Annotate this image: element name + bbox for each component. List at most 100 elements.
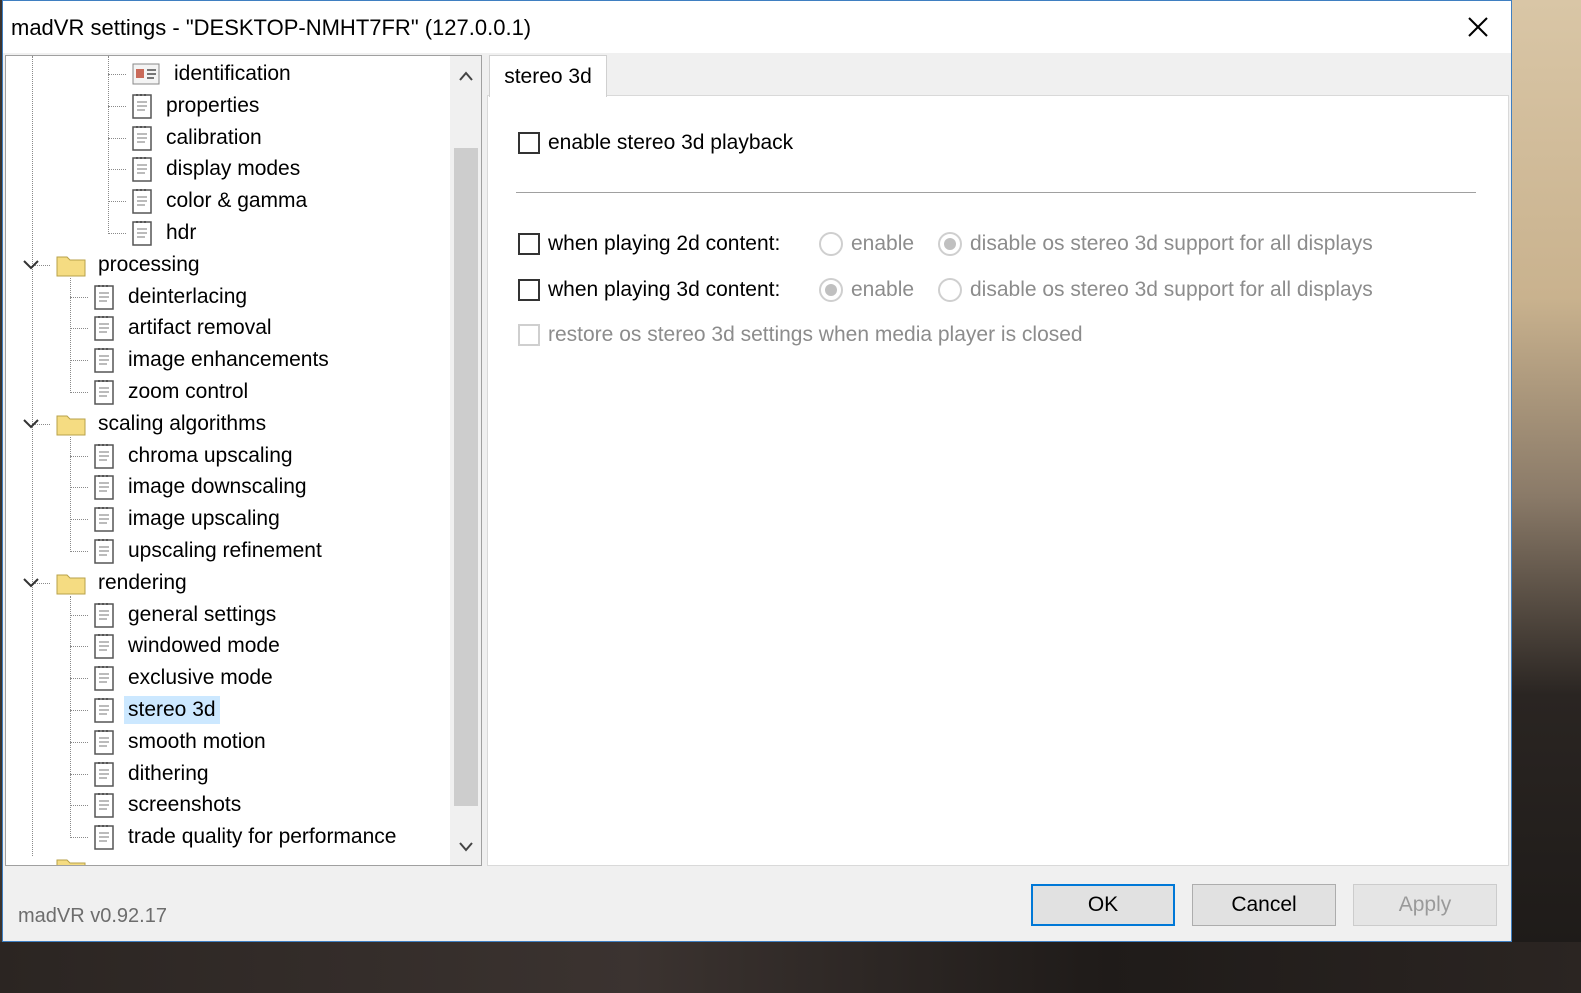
desktop-background-bottom xyxy=(0,942,1581,993)
tree-line xyxy=(70,551,88,552)
settings-tree[interactable]: identification properties calibration displ… xyxy=(5,55,482,866)
tab-stereo-3d[interactable]: stereo 3d xyxy=(489,55,607,97)
tree-item-scaling-algorithms[interactable]: scaling algorithms xyxy=(56,409,270,439)
tree-item-label: dithering xyxy=(128,761,209,785)
chevron-down-icon[interactable] xyxy=(22,418,40,430)
document-icon xyxy=(132,157,152,183)
tree-line xyxy=(108,137,126,139)
tree-item-image-upscaling[interactable]: image upscaling xyxy=(94,504,284,534)
tree-line xyxy=(70,296,88,298)
tree-line xyxy=(70,741,88,743)
radio-circle[interactable] xyxy=(938,278,962,302)
scroll-down-icon[interactable] xyxy=(458,841,474,853)
tree-line xyxy=(70,487,88,489)
desktop-background xyxy=(1512,0,1581,993)
tree-item-calibration[interactable]: calibration xyxy=(132,123,266,153)
checkbox-box[interactable] xyxy=(518,324,540,346)
chevron-down-icon[interactable] xyxy=(22,577,40,589)
tree-line xyxy=(108,74,126,75)
tree-item-properties[interactable]: properties xyxy=(132,91,263,121)
row-2d-checkbox[interactable]: when playing 2d content: xyxy=(518,232,780,256)
tree-item-label: upscaling refinement xyxy=(128,539,322,562)
close-icon xyxy=(1468,17,1488,37)
version-label: madVR v0.92.17 xyxy=(18,905,167,927)
checkbox-box[interactable] xyxy=(518,132,540,154)
checkbox-box[interactable] xyxy=(518,279,540,301)
document-icon xyxy=(94,380,114,405)
tree-line xyxy=(70,646,88,648)
row-2d-enable-radio[interactable]: enable xyxy=(819,232,914,256)
tree-line xyxy=(108,56,109,234)
ok-button[interactable]: OK xyxy=(1031,884,1175,926)
tree-item-exclusive-mode[interactable]: exclusive mode xyxy=(94,663,277,693)
tree-item-windowed-mode[interactable]: windowed mode xyxy=(94,631,284,661)
tree-item-color-gamma[interactable]: color & gamma xyxy=(132,186,311,216)
tree-item-label: properties xyxy=(166,93,260,117)
tree-item-label: hdr xyxy=(166,221,197,244)
tree-item-identification[interactable]: identification xyxy=(132,59,295,89)
document-icon xyxy=(132,221,152,246)
tree-item-smooth-motion[interactable]: smooth motion xyxy=(94,727,270,757)
document-icon xyxy=(94,539,114,564)
tree-scrollbar[interactable] xyxy=(450,56,481,865)
restore-settings-label: restore os stereo 3d settings when media… xyxy=(548,323,1083,346)
row-3d-checkbox[interactable]: when playing 3d content: xyxy=(518,278,780,302)
row-3d-disable-radio[interactable]: disable os stereo 3d support for all dis… xyxy=(938,278,1373,302)
document-icon xyxy=(94,284,114,310)
tree-line xyxy=(108,201,126,203)
document-icon xyxy=(94,348,114,373)
document-icon xyxy=(94,825,114,850)
tree-item-label: processing xyxy=(98,252,200,276)
close-button[interactable] xyxy=(1445,1,1511,53)
tree-item-deinterlacing[interactable]: deinterlacing xyxy=(94,282,251,312)
tree-item-display-modes[interactable]: display modes xyxy=(132,154,304,184)
chevron-down-icon[interactable] xyxy=(22,259,40,271)
checkbox-box[interactable] xyxy=(518,233,540,255)
tree-item-label: rendering xyxy=(98,570,187,594)
tree-item-artifact-removal[interactable]: artifact removal xyxy=(94,313,276,343)
tree-item-zoom-control[interactable]: zoom control xyxy=(94,377,252,407)
tree-item-label: stereo 3d xyxy=(124,696,220,724)
radio-circle[interactable] xyxy=(819,232,843,256)
scroll-up-icon[interactable] xyxy=(458,70,474,82)
apply-button[interactable]: Apply xyxy=(1353,884,1497,926)
scroll-thumb[interactable] xyxy=(454,148,478,806)
folder-icon xyxy=(56,256,86,277)
tree-item-label: image downscaling xyxy=(128,475,307,499)
cancel-button[interactable]: Cancel xyxy=(1192,884,1336,926)
tree-item-general-settings[interactable]: general settings xyxy=(94,600,280,630)
tree-line xyxy=(32,56,33,856)
row-3d-enable-radio[interactable]: enable xyxy=(819,278,914,302)
tree-item-image-enhancements[interactable]: image enhancements xyxy=(94,345,333,375)
tree-item-trade-quality-for-performance[interactable]: trade quality for performance xyxy=(94,822,400,852)
tree-item-upscaling-refinement[interactable]: upscaling refinement xyxy=(94,536,326,566)
tree-item-screenshots[interactable]: screenshots xyxy=(94,790,245,820)
tree-item-label: image enhancements xyxy=(128,348,329,372)
tree-item-dithering[interactable]: dithering xyxy=(94,759,213,789)
document-icon xyxy=(94,793,114,819)
enable-stereo-label: enable stereo 3d playback xyxy=(548,131,794,154)
restore-settings-checkbox[interactable]: restore os stereo 3d settings when media… xyxy=(518,323,1083,347)
tree-line xyxy=(70,773,88,775)
document-icon xyxy=(94,475,114,501)
radio-circle[interactable] xyxy=(938,232,962,256)
tree-item-chroma-upscaling[interactable]: chroma upscaling xyxy=(94,441,297,471)
tree-item-label: zoom control xyxy=(128,380,249,403)
tree-item-hdr[interactable]: hdr xyxy=(132,218,200,248)
tree-item-label: identification xyxy=(174,62,291,85)
tree-item-label: calibration xyxy=(166,125,262,149)
row-2d-disable-radio[interactable]: disable os stereo 3d support for all dis… xyxy=(938,232,1373,256)
tree-line xyxy=(70,596,71,838)
tree-line xyxy=(70,437,71,552)
tree-item-stereo-3d[interactable]: stereo 3d xyxy=(94,695,220,725)
enable-stereo-checkbox[interactable]: enable stereo 3d playback xyxy=(518,131,793,155)
tree-line xyxy=(70,519,88,521)
tree-item-rendering[interactable]: rendering xyxy=(56,568,191,598)
tree-item-processing[interactable]: processing xyxy=(56,250,204,280)
tree-item-image-downscaling[interactable]: image downscaling xyxy=(94,472,311,502)
folder-icon xyxy=(56,574,86,595)
document-icon xyxy=(94,698,114,723)
radio-circle[interactable] xyxy=(819,278,843,302)
tree-item-label: scaling algorithms xyxy=(98,411,267,435)
tree-item-label: chroma upscaling xyxy=(128,443,293,467)
